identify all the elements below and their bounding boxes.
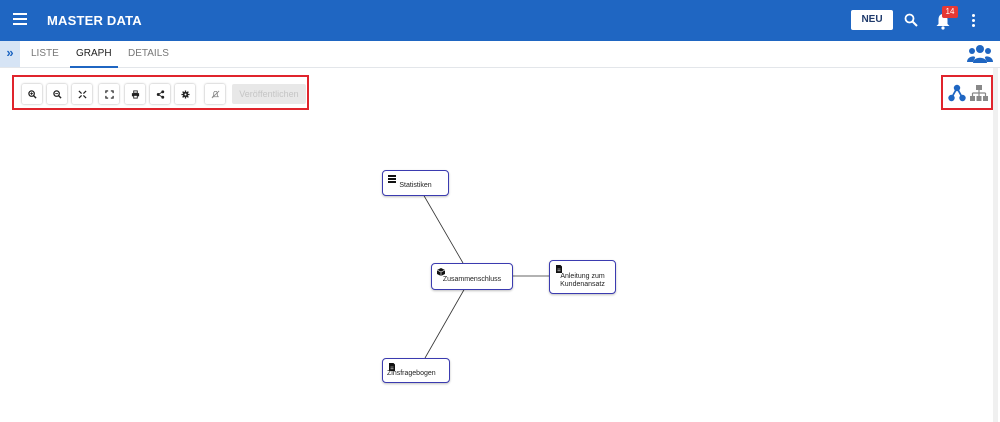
vertical-scrollbar[interactable] — [993, 68, 998, 422]
zoom-out-icon — [52, 89, 62, 99]
document-icon — [556, 265, 562, 273]
publish-button[interactable]: Veröffentlichen — [232, 84, 306, 104]
share-icon — [156, 89, 164, 99]
settings-icon — [180, 89, 190, 99]
tab-graph[interactable]: GRAPH — [70, 41, 118, 68]
tab-liste[interactable]: LISTE — [25, 41, 65, 66]
expand-sidebar-button[interactable]: » — [0, 41, 20, 67]
node-zinsfragebogen[interactable]: Zinsfragebogen — [382, 358, 450, 383]
search-icon[interactable] — [904, 13, 918, 27]
node-anleitung[interactable]: Anleitung zum Kundenansatz — [549, 260, 616, 294]
new-button[interactable]: NEU — [851, 10, 893, 30]
node-label: Anleitung zum Kundenansatz — [560, 273, 605, 288]
hierarchy-layout-icon[interactable] — [969, 83, 989, 103]
print-button[interactable] — [125, 84, 145, 104]
zoom-out-button[interactable] — [47, 84, 67, 104]
hide-icon — [211, 90, 219, 98]
edge-statistiken-zusammenschluss — [422, 193, 464, 264]
zoom-in-icon — [27, 89, 37, 99]
node-statistiken[interactable]: Statistiken — [382, 170, 449, 196]
fullscreen-icon — [104, 89, 114, 99]
team-icon[interactable] — [967, 44, 993, 64]
top-app-bar: MASTER DATA NEU 14 — [0, 0, 1000, 41]
edge-zusammenschluss-zinsfragebogen — [424, 287, 466, 359]
page-title: MASTER DATA — [47, 13, 142, 28]
more-options-icon[interactable] — [971, 14, 977, 30]
fullscreen-button[interactable] — [99, 84, 119, 104]
cube-icon — [437, 268, 445, 276]
share-button[interactable] — [150, 84, 170, 104]
settings-button[interactable] — [175, 84, 195, 104]
notification-badge: 14 — [942, 6, 958, 18]
radial-layout-icon[interactable] — [947, 83, 967, 103]
tab-details[interactable]: DETAILS — [122, 41, 175, 66]
zoom-in-button[interactable] — [22, 84, 42, 104]
print-icon — [131, 89, 139, 99]
graph-toolbar: Veröffentlichen — [12, 75, 309, 110]
fit-to-screen-button[interactable] — [72, 84, 92, 104]
layout-selector — [941, 75, 993, 110]
node-zusammenschluss[interactable]: Zusammenschluss — [431, 263, 513, 290]
node-label: Statistiken — [399, 182, 432, 189]
node-label: Zinsfragebogen — [387, 370, 436, 377]
tab-bar: » LISTE GRAPH DETAILS — [0, 41, 1000, 68]
fit-icon — [77, 89, 87, 99]
hide-button[interactable] — [205, 84, 225, 104]
hamburger-menu-icon[interactable] — [13, 13, 27, 27]
node-label: Zusammenschluss — [442, 276, 502, 283]
